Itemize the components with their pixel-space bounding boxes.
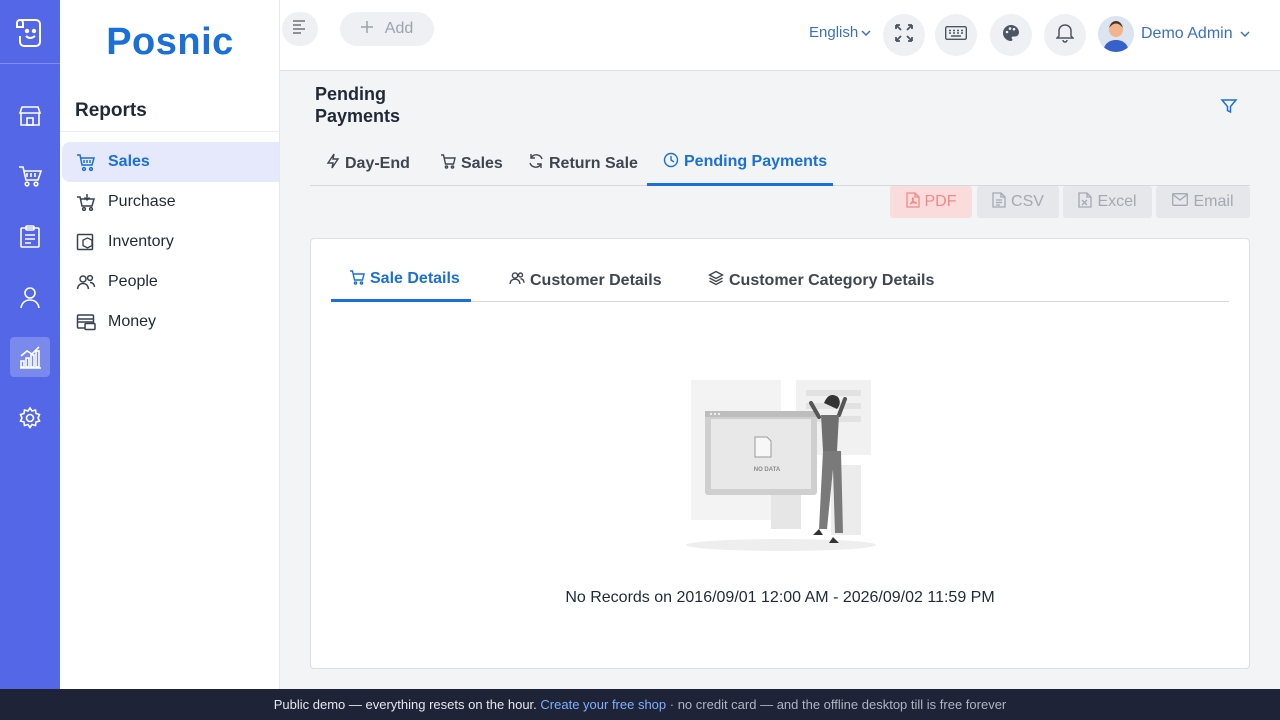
chevron-down-icon bbox=[861, 24, 871, 41]
illustration-text: NO DATA bbox=[754, 467, 781, 473]
money-icon bbox=[76, 312, 96, 332]
expand-icon bbox=[895, 23, 913, 47]
demo-banner: Public demo — everything resets on the h… bbox=[0, 689, 1280, 720]
banner-text: Public demo — everything resets on the h… bbox=[273, 697, 537, 712]
basket-icon bbox=[76, 192, 96, 212]
tab-label: Sale Details bbox=[370, 270, 460, 287]
sidebar-heading: Reports bbox=[75, 100, 147, 121]
clipboard-icon[interactable] bbox=[10, 217, 50, 257]
box-icon bbox=[76, 232, 96, 252]
export-label: CSV bbox=[1011, 193, 1044, 210]
tab-customer-details[interactable]: Customer Details bbox=[509, 259, 662, 302]
brand-logo[interactable]: Posnic bbox=[60, 0, 280, 84]
cart-icon bbox=[349, 269, 365, 290]
sidebar-item-label: Sales bbox=[108, 153, 150, 170]
reports-chart-icon[interactable] bbox=[10, 337, 50, 377]
export-label: Email bbox=[1193, 193, 1234, 210]
detail-tabs: Sale Details Customer Details Customer C… bbox=[331, 259, 1229, 302]
export-excel-button[interactable]: Excel bbox=[1063, 186, 1152, 218]
tab-sales[interactable]: Sales bbox=[440, 141, 503, 186]
store-icon[interactable] bbox=[10, 96, 50, 136]
tab-label: Return Sale bbox=[549, 154, 638, 172]
pdf-icon bbox=[905, 191, 920, 213]
align-left-icon bbox=[291, 19, 309, 40]
csv-icon bbox=[992, 191, 1006, 213]
tab-day-end[interactable]: Day-End bbox=[326, 141, 410, 186]
clock-icon bbox=[663, 152, 679, 173]
top-header: Add English Demo Admin bbox=[280, 0, 1280, 71]
sidebar-item-inventory[interactable]: Inventory bbox=[62, 222, 279, 262]
settings-gear-icon[interactable] bbox=[10, 398, 50, 438]
language-select[interactable]: English bbox=[809, 24, 871, 41]
user-menu[interactable]: Demo Admin bbox=[1098, 16, 1250, 52]
bell-icon bbox=[1055, 23, 1075, 48]
export-csv-button[interactable]: CSV bbox=[977, 186, 1059, 218]
tab-pending-payments[interactable]: Pending Payments bbox=[647, 141, 833, 186]
cart-icon bbox=[76, 152, 96, 172]
create-shop-link[interactable]: Create your free shop bbox=[540, 697, 666, 712]
page-title: Pending Payments bbox=[315, 84, 401, 126]
people-icon bbox=[76, 272, 96, 292]
avatar bbox=[1098, 16, 1134, 52]
theme-button[interactable] bbox=[990, 14, 1032, 56]
refresh-icon bbox=[528, 153, 544, 174]
tab-label: Customer Details bbox=[530, 271, 662, 289]
sidebar-item-purchase[interactable]: Purchase bbox=[62, 182, 279, 222]
tab-customer-category-details[interactable]: Customer Category Details bbox=[708, 259, 934, 302]
palette-icon bbox=[1002, 24, 1020, 47]
keyboard-icon bbox=[944, 25, 968, 45]
add-button[interactable]: Add bbox=[340, 12, 434, 46]
sidebar-item-label: Purchase bbox=[108, 193, 176, 210]
keyboard-shortcuts-button[interactable] bbox=[935, 14, 977, 56]
language-label: English bbox=[809, 24, 859, 41]
sidebar-divider bbox=[60, 131, 280, 132]
app-logo-icon[interactable] bbox=[0, 0, 60, 64]
sidebar-item-label: Inventory bbox=[108, 233, 174, 250]
layers-icon bbox=[708, 270, 724, 291]
export-label: Excel bbox=[1097, 193, 1137, 210]
sidebar-item-label: People bbox=[108, 273, 158, 290]
sidebar-item-label: Money bbox=[108, 313, 157, 330]
report-tabs: Day-End Sales Return Sale Pending Paymen… bbox=[310, 141, 1250, 186]
fullscreen-button[interactable] bbox=[883, 14, 925, 56]
banner-text-secondary: · no credit card — and the offline deskt… bbox=[669, 697, 1007, 712]
tab-return-sale[interactable]: Return Sale bbox=[528, 141, 638, 186]
user-name: Demo Admin bbox=[1141, 25, 1233, 42]
excel-icon bbox=[1078, 191, 1093, 213]
users-icon bbox=[509, 270, 525, 291]
reports-sidebar: Posnic Reports Sales Purchase Inventory … bbox=[60, 0, 280, 689]
mail-icon bbox=[1172, 193, 1189, 211]
chevron-down-icon bbox=[1240, 25, 1250, 43]
sidebar-item-money[interactable]: Money bbox=[62, 302, 279, 342]
sidebar-item-sales[interactable]: Sales bbox=[62, 142, 279, 182]
export-label: PDF bbox=[924, 193, 957, 210]
icon-rail bbox=[0, 0, 60, 689]
menu-toggle-button[interactable] bbox=[282, 12, 318, 46]
tab-label: Customer Category Details bbox=[729, 271, 935, 289]
plus-icon bbox=[360, 20, 373, 38]
sidebar-item-people[interactable]: People bbox=[62, 262, 279, 302]
user-icon[interactable] bbox=[10, 277, 50, 317]
export-email-button[interactable]: Email bbox=[1156, 186, 1250, 218]
tab-sale-details[interactable]: Sale Details bbox=[331, 259, 471, 302]
tab-label: Day-End bbox=[345, 154, 410, 172]
notifications-button[interactable] bbox=[1044, 14, 1086, 56]
empty-state-message: No Records on 2016/09/01 12:00 AM - 2026… bbox=[565, 589, 995, 606]
cart-icon[interactable] bbox=[10, 156, 50, 196]
export-pdf-button[interactable]: PDF bbox=[890, 186, 972, 218]
bolt-icon bbox=[326, 153, 340, 174]
tab-label: Sales bbox=[461, 154, 503, 172]
add-label: Add bbox=[384, 20, 414, 37]
filter-icon[interactable] bbox=[1220, 97, 1238, 120]
tab-label: Pending Payments bbox=[684, 153, 828, 170]
no-data-illustration: NO DATA bbox=[681, 375, 881, 555]
report-card: Sale Details Customer Details Customer C… bbox=[310, 238, 1250, 669]
cart-icon bbox=[440, 153, 456, 174]
